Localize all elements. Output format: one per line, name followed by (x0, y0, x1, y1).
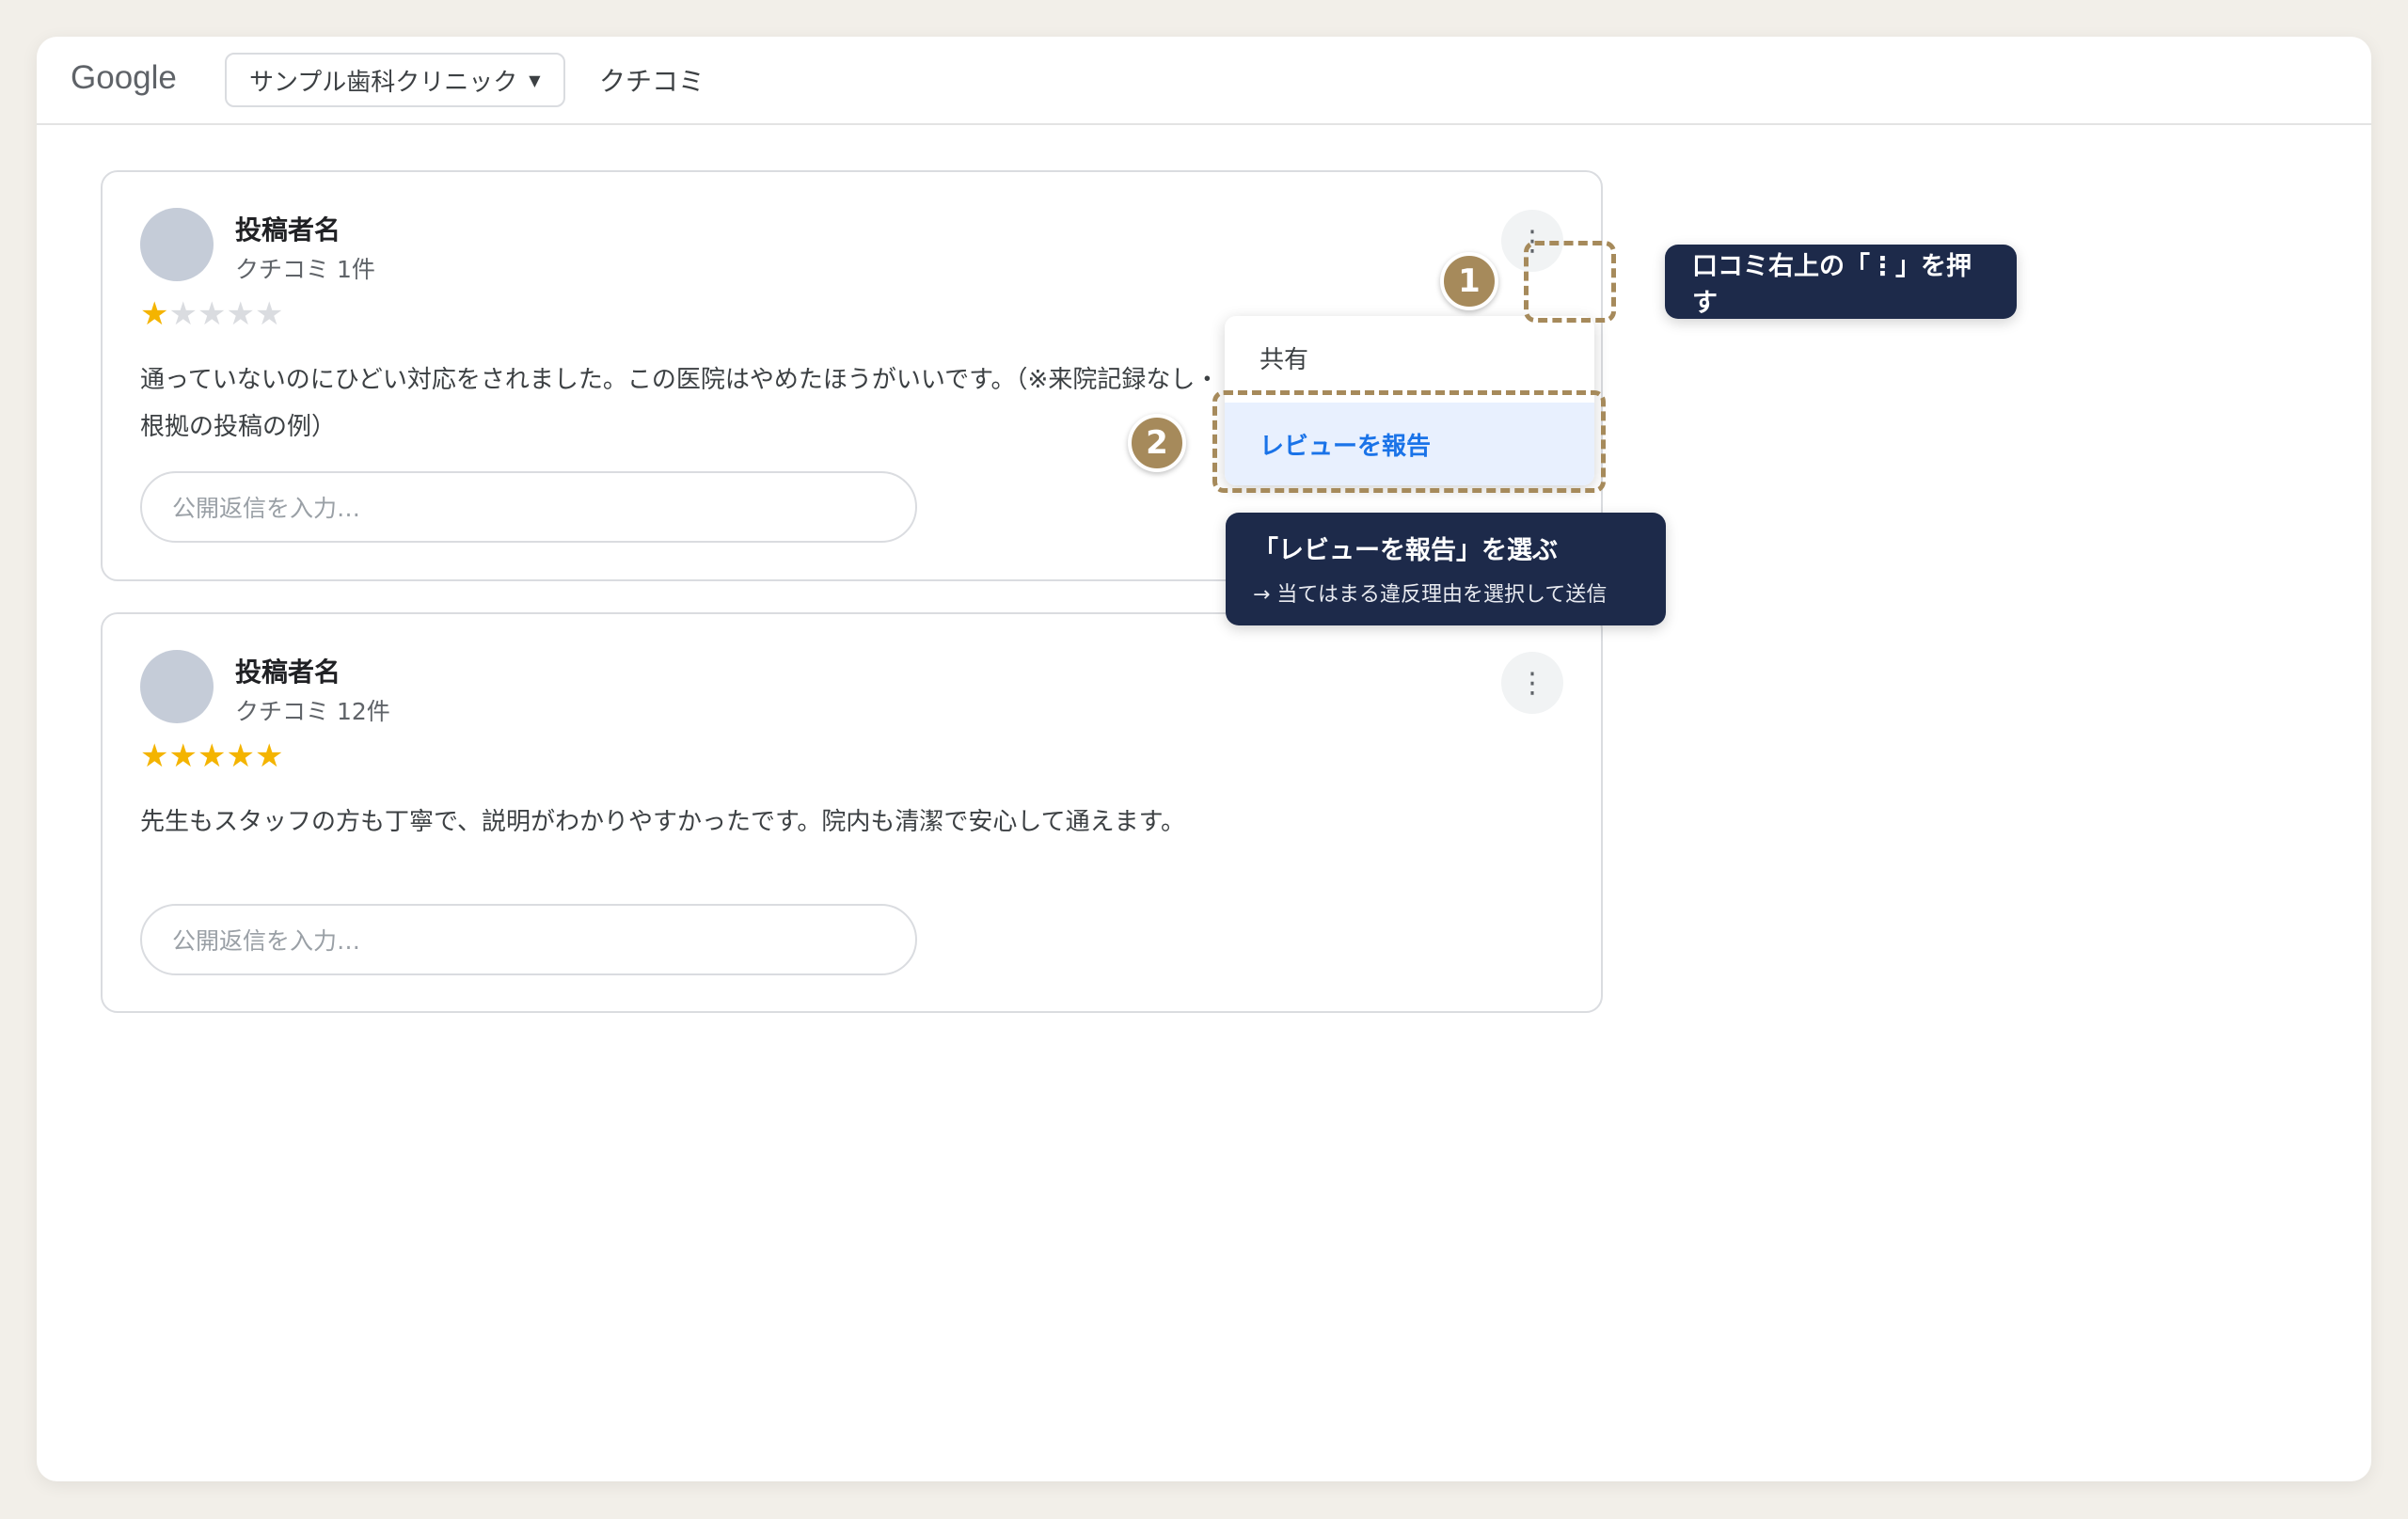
star-icon: ★ (197, 737, 227, 775)
business-select-label: サンプル歯科クリニック (249, 68, 518, 97)
more-options-icon[interactable]: ⋮ (1501, 652, 1563, 714)
star-icon: ★ (254, 737, 284, 775)
review-author: 投稿者名 (235, 657, 341, 688)
star-icon: ★ (140, 737, 169, 775)
star-icon: ★ (168, 737, 198, 775)
step-badge-1: 1 (1440, 252, 1498, 310)
review-author: 投稿者名 (235, 214, 341, 245)
review-count: クチコミ 1件 (235, 256, 375, 283)
star-icon: ★ (226, 737, 255, 775)
star-icon: ★ (254, 295, 284, 333)
review-text: 通っていないのにひどい対応をされました。この医院はやめたほうがいいです。（※来院… (140, 366, 1220, 441)
reply-input[interactable]: 公開返信を入力… (140, 904, 917, 975)
highlight-report (1212, 390, 1606, 493)
tab-reviews[interactable]: クチコミ (599, 61, 705, 99)
business-select[interactable]: サンプル歯科クリニック ▼ (225, 53, 565, 107)
step-badge-2: 2 (1128, 414, 1186, 472)
star-icon: ★ (168, 295, 198, 333)
callout-step1-text: 口コミ右上の「⋮」を押す (1692, 251, 1972, 318)
review-count: クチコミ 12件 (235, 698, 390, 725)
callout-step2-sub: → 当てはまる違反理由を選択して送信 (1253, 583, 1608, 607)
star-rating: ★★★★★ (140, 740, 283, 772)
top-bar: Google サンプル歯科クリニック ▼ クチコミ (37, 37, 2371, 125)
google-logo: Google (71, 59, 177, 96)
avatar (140, 650, 214, 723)
app-window: Google サンプル歯科クリニック ▼ クチコミ 投稿者名 クチコミ 1件 ★… (37, 37, 2371, 1481)
menu-item-share[interactable]: 共有 (1225, 316, 1594, 399)
callout-step2-title: 「レビューを報告」を選ぶ (1253, 536, 1558, 565)
caret-down-icon: ▼ (529, 71, 541, 89)
review-card: 投稿者名 クチコミ 12件 ★★★★★ 先生もスタッフの方も丁寧で、説明がわかり… (101, 612, 1603, 1013)
star-icon: ★ (197, 295, 227, 333)
review-text: 先生もスタッフの方も丁寧で、説明がわかりやすかったです。院内も清潔で安心して通え… (140, 808, 1185, 836)
highlight-kebab (1524, 241, 1616, 323)
callout-step1: 口コミ右上の「⋮」を押す (1665, 245, 2017, 319)
callout-step2: 「レビューを報告」を選ぶ → 当てはまる違反理由を選択して送信 (1226, 513, 1666, 625)
star-rating: ★★★★★ (140, 298, 283, 330)
star-icon: ★ (226, 295, 255, 333)
avatar (140, 208, 214, 281)
reply-input[interactable]: 公開返信を入力… (140, 471, 917, 543)
star-icon: ★ (140, 295, 169, 333)
